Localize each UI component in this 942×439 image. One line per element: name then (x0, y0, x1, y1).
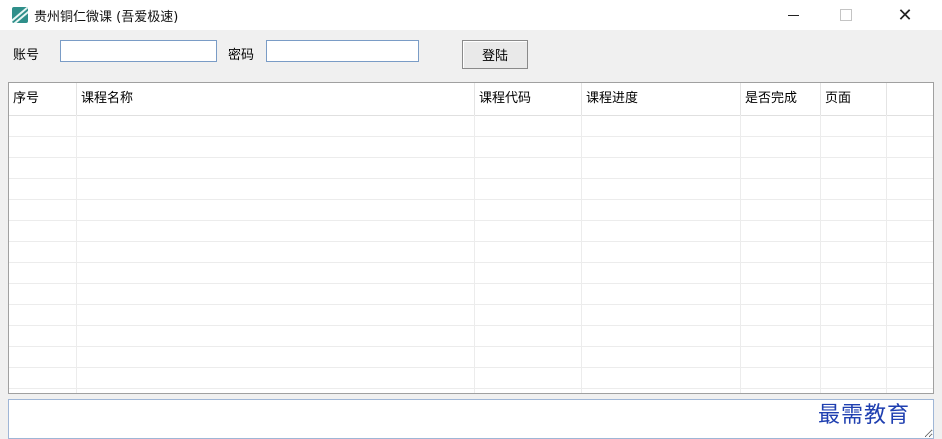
column-header-completed[interactable]: 是否完成 (741, 83, 821, 115)
window-title: 贵州铜仁微课 (吾爱极速) (34, 9, 179, 25)
grid-line (9, 367, 933, 368)
grid-line (9, 325, 933, 326)
grid-line (9, 388, 933, 389)
column-header-index[interactable]: 序号 (9, 83, 77, 115)
grid-line (9, 283, 933, 284)
close-button[interactable]: ✕ (882, 0, 928, 30)
close-icon: ✕ (897, 4, 913, 26)
app-logo-icon (12, 7, 28, 23)
grid-line (9, 304, 933, 305)
maximize-button[interactable] (823, 0, 869, 30)
account-label: 账号 (13, 48, 40, 63)
grid-line (9, 178, 933, 179)
password-input[interactable] (266, 40, 419, 62)
column-header-course-code[interactable]: 课程代码 (475, 83, 582, 115)
grid-line (9, 241, 933, 242)
title-bar: 贵州铜仁微课 (吾爱极速) ✕ (0, 0, 942, 30)
watermark: 最需教育 (818, 403, 911, 428)
table-header: 序号 课程名称 课程代码 课程进度 是否完成 页面 (9, 83, 933, 116)
minimize-button[interactable] (770, 0, 816, 30)
log-output[interactable] (8, 399, 934, 439)
login-bar: 账号 密码 登陆 (0, 30, 942, 80)
grid-line (9, 220, 933, 221)
course-table[interactable]: 序号 课程名称 课程代码 课程进度 是否完成 页面 (8, 82, 934, 394)
column-header-course-name[interactable]: 课程名称 (77, 83, 475, 115)
minimize-icon (787, 14, 799, 16)
grid-line (9, 199, 933, 200)
column-header-course-progress[interactable]: 课程进度 (582, 83, 741, 115)
grid-line (9, 346, 933, 347)
grid-line (9, 136, 933, 137)
grid-line (9, 262, 933, 263)
column-header-page[interactable]: 页面 (821, 83, 887, 115)
password-label: 密码 (228, 48, 255, 63)
grid-line (9, 157, 933, 158)
login-button[interactable]: 登陆 (462, 40, 528, 69)
maximize-icon (840, 9, 852, 21)
account-input[interactable] (60, 40, 217, 62)
